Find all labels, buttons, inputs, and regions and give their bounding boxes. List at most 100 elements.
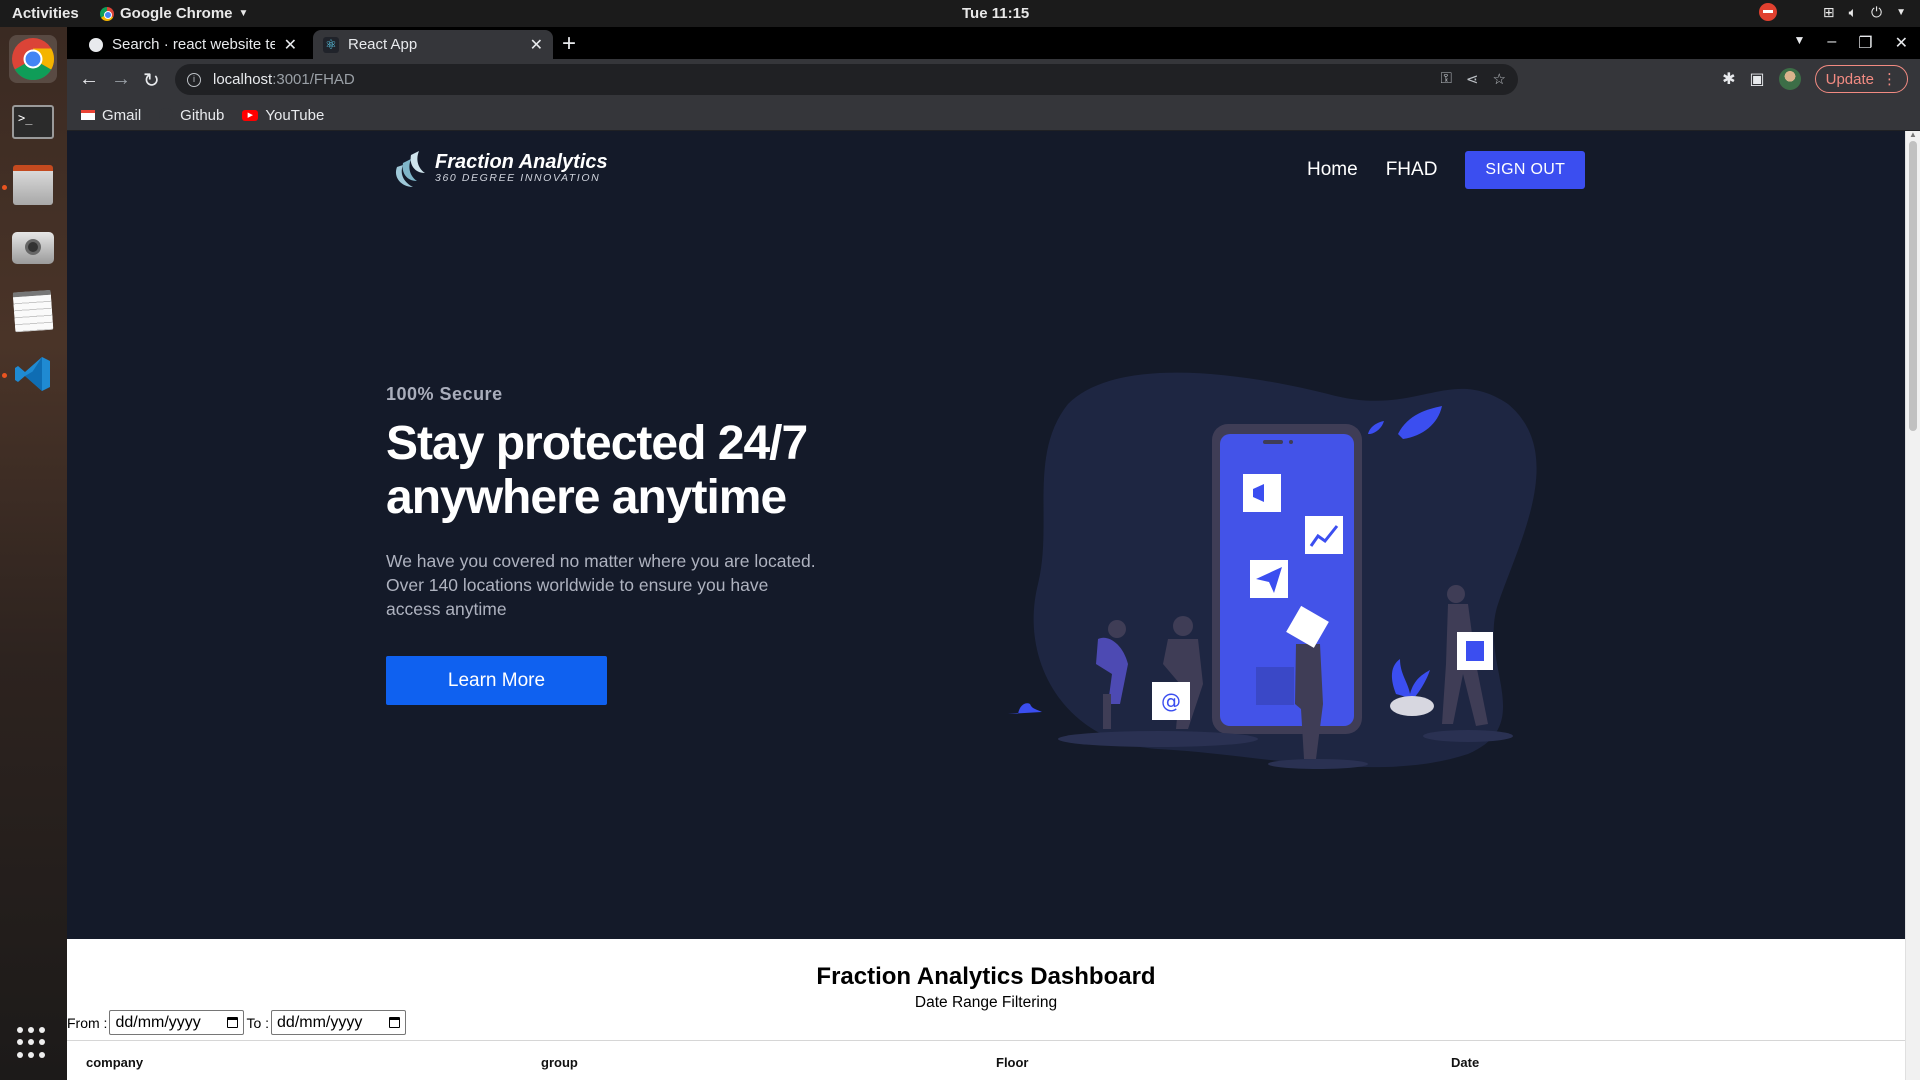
chart-tile xyxy=(1305,516,1343,554)
terminal-icon: >_ xyxy=(12,105,54,139)
column-header-date[interactable]: Date xyxy=(1432,1041,1887,1080)
star-icon[interactable]: ☆ xyxy=(1493,70,1506,88)
column-header-floor[interactable]: Floor xyxy=(977,1041,1432,1080)
back-icon[interactable]: ← xyxy=(79,68,99,91)
volume-icon: 🔈︎ xyxy=(1848,3,1858,20)
site-logo[interactable]: Fraction Analytics 360 DEGREE INNOVATION xyxy=(391,147,608,189)
bookmark-gmail[interactable]: Gmail xyxy=(81,107,141,124)
chrome-launcher[interactable] xyxy=(9,35,57,83)
key-icon[interactable]: ⚿ xyxy=(1441,70,1452,88)
column-header-group[interactable]: group xyxy=(522,1041,977,1080)
github-icon xyxy=(159,108,174,122)
close-icon[interactable]: ✕ xyxy=(284,35,297,55)
chevron-down-icon: ▼ xyxy=(238,8,249,19)
at-sign-icon: @ xyxy=(1161,689,1181,713)
dashboard-section: Fraction Analytics Dashboard Date Range … xyxy=(67,939,1905,1080)
bookmarks-bar: Gmail Github ▶ YouTube xyxy=(67,100,1920,131)
tab-github-search[interactable]: Search · react website ten ✕ xyxy=(79,30,307,59)
system-top-bar: Activities Google Chrome ▼ Tue 11:15 ⊞ 🔈… xyxy=(0,0,1920,27)
update-button[interactable]: Update ⋮ xyxy=(1814,65,1908,93)
to-date-input[interactable]: dd/mm/yyyy xyxy=(271,1010,407,1035)
tab-react-app[interactable]: ⚛ React App ✕ xyxy=(313,30,553,59)
kebab-menu-icon: ⋮ xyxy=(1882,71,1897,88)
gmail-icon xyxy=(81,110,95,120)
tab-strip: Search · react website ten ✕ ⚛ React App… xyxy=(67,27,1920,59)
site-info-icon[interactable]: i xyxy=(187,72,201,87)
bookmark-label: Github xyxy=(180,106,225,124)
bookmark-youtube[interactable]: ▶ YouTube xyxy=(242,107,324,124)
browser-toolbar: ← → ↻ i localhost:3001/FHAD ⚿ ⋖ ☆ ✱ ▣ Up… xyxy=(67,59,1920,100)
app-menu-label: Google Chrome xyxy=(120,5,233,22)
scrollbar-thumb[interactable] xyxy=(1909,141,1917,431)
plant-icon xyxy=(1008,703,1042,714)
vscode-launcher[interactable] xyxy=(9,350,57,398)
date-filter: From : dd/mm/yyyy To : dd/mm/yyyy xyxy=(67,1010,408,1035)
restore-icon[interactable]: ❐ xyxy=(1858,33,1872,53)
notepad-icon xyxy=(12,289,54,333)
update-label: Update xyxy=(1825,70,1874,88)
profile-avatar[interactable] xyxy=(1778,68,1801,90)
text-editor-launcher[interactable] xyxy=(9,287,57,335)
address-bar[interactable]: i localhost:3001/FHAD ⚿ ⋖ ☆ xyxy=(175,64,1518,95)
bookmark-label: Gmail xyxy=(102,106,142,124)
app-menu[interactable]: Google Chrome ▼ xyxy=(100,5,248,22)
learn-more-button[interactable]: Learn More xyxy=(386,656,607,705)
fraction-logo-icon xyxy=(395,151,425,187)
clock[interactable]: Tue 11:15 xyxy=(962,5,1029,22)
reload-icon[interactable]: ↻ xyxy=(143,68,160,93)
file-cabinet-icon xyxy=(13,165,53,205)
column-header-company[interactable]: company xyxy=(67,1041,522,1080)
page-viewport[interactable]: Fraction Analytics 360 DEGREE INNOVATION… xyxy=(67,131,1920,1080)
close-window-icon[interactable]: ✕ xyxy=(1895,33,1908,53)
bookmark-label: YouTube xyxy=(265,106,325,124)
running-indicator xyxy=(2,373,7,378)
chevron-down-icon: ▼ xyxy=(1896,6,1906,18)
from-date-value: dd/mm/yyyy xyxy=(115,1013,201,1031)
url-path: :3001/FHAD xyxy=(272,71,355,88)
tab-search-icon[interactable]: ▼ xyxy=(1793,33,1805,53)
hero-eyebrow: 100% Secure xyxy=(386,384,503,404)
extensions-icon[interactable]: ✱ xyxy=(1722,69,1735,89)
tab-title: Search · react website ten xyxy=(112,36,275,53)
hero-body: We have you covered no matter where you … xyxy=(386,551,816,619)
logo-tagline: 360 DEGREE INNOVATION xyxy=(435,172,601,184)
camera-icon xyxy=(12,232,54,264)
to-date-value: dd/mm/yyyy xyxy=(277,1013,363,1031)
bookmark-github[interactable]: Github xyxy=(159,107,224,124)
power-icon: ⏻ xyxy=(1871,3,1883,20)
scroll-up-icon[interactable]: ▲ xyxy=(1909,131,1917,139)
nav-fhad-link[interactable]: FHAD xyxy=(1386,159,1438,181)
from-label: From : xyxy=(67,1014,108,1031)
sign-out-button[interactable]: SIGN OUT xyxy=(1465,151,1586,189)
hero-headline: Stay protected 24/7 anywhere anytime xyxy=(386,417,808,524)
github-icon xyxy=(89,37,103,52)
nav-home-link[interactable]: Home xyxy=(1307,159,1358,181)
react-icon: ⚛ xyxy=(323,36,339,53)
logo-name: Fraction Analytics xyxy=(435,151,608,173)
page-scrollbar[interactable]: ▲ xyxy=(1905,131,1920,1080)
share-icon[interactable]: ⋖ xyxy=(1466,70,1479,88)
hero-illustration: @ xyxy=(1008,372,1537,769)
camera-launcher[interactable] xyxy=(9,224,57,272)
side-panel-icon[interactable]: ▣ xyxy=(1750,69,1765,89)
from-date-input[interactable]: dd/mm/yyyy xyxy=(109,1010,245,1035)
calendar-icon[interactable] xyxy=(227,1017,239,1028)
to-label: To : xyxy=(246,1014,270,1031)
activities-button[interactable]: Activities xyxy=(12,5,79,22)
terminal-launcher[interactable]: >_ xyxy=(9,98,57,146)
show-apps-button[interactable] xyxy=(17,1027,49,1059)
vscode-icon xyxy=(15,357,50,391)
files-launcher[interactable] xyxy=(9,161,57,209)
do-not-disturb-icon xyxy=(1758,3,1777,21)
close-icon[interactable]: ✕ xyxy=(530,35,543,55)
chrome-icon xyxy=(100,6,114,21)
calendar-icon[interactable] xyxy=(389,1017,401,1028)
forward-icon[interactable]: → xyxy=(111,68,131,91)
minimize-icon[interactable]: – xyxy=(1827,33,1836,53)
dock: >_ xyxy=(0,27,67,1080)
tab-title: React App xyxy=(348,36,418,53)
network-icon: ⊞ xyxy=(1822,3,1835,20)
system-tray[interactable]: ⊞ 🔈︎ ⏻ ▼ xyxy=(1758,3,1906,21)
new-tab-button[interactable]: + xyxy=(562,30,576,58)
chrome-icon xyxy=(12,38,55,81)
